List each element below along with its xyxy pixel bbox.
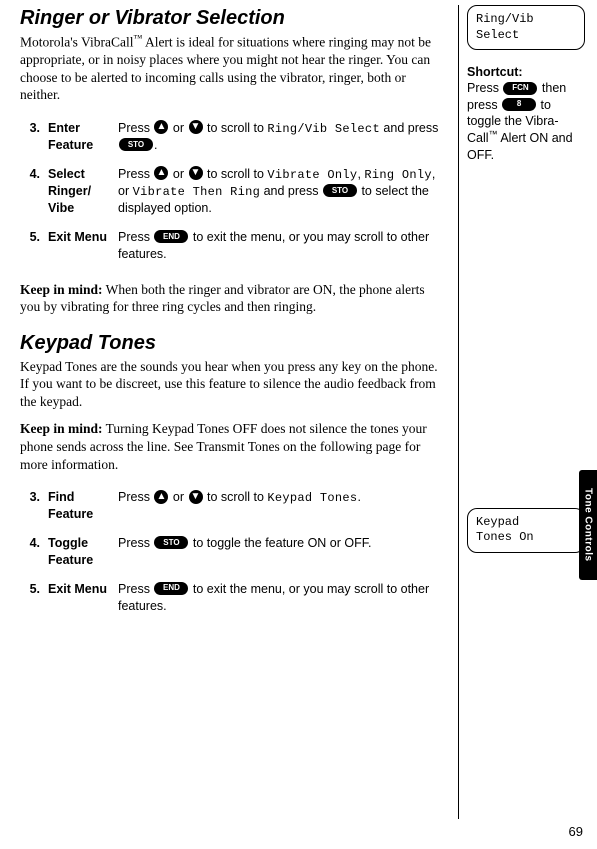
section1-keepinmind: Keep in mind: When both the ringer and v… bbox=[20, 281, 443, 316]
sto-key-icon: STO bbox=[119, 138, 153, 151]
section1-intro: Motorola's VibraCall™ Alert is ideal for… bbox=[20, 33, 443, 104]
step-text: Press ▲ or ▼ to scroll to Ring/Vib Selec… bbox=[114, 114, 443, 160]
txt: and press bbox=[260, 184, 322, 198]
keep-label: Keep in mind: bbox=[20, 421, 103, 436]
txt: Press bbox=[118, 582, 153, 596]
lcd-line: Select bbox=[476, 28, 576, 44]
step-row: 5. Exit Menu Press END to exit the menu,… bbox=[20, 575, 443, 621]
end-key-icon: END bbox=[154, 582, 188, 595]
step-label: Toggle Feature bbox=[44, 529, 114, 575]
page-number: 69 bbox=[569, 824, 583, 841]
side-column: Ring/Vib Select Shortcut: Press FCN then… bbox=[459, 5, 585, 819]
shortcut-title: Shortcut: bbox=[467, 65, 523, 79]
intro-pre: Motorola's VibraCall bbox=[20, 35, 133, 50]
sto-key-icon: STO bbox=[154, 536, 188, 549]
fcn-key-icon: FCN bbox=[503, 82, 537, 95]
section1-heading: Ringer or Vibrator Selection bbox=[20, 5, 443, 31]
txt: or bbox=[169, 167, 187, 181]
trademark: ™ bbox=[489, 129, 498, 139]
txt: to toggle the feature ON or OFF. bbox=[189, 536, 371, 550]
step-number: 5. bbox=[20, 575, 44, 621]
txt: Press bbox=[118, 121, 153, 135]
end-key-icon: END bbox=[154, 230, 188, 243]
down-arrow-key-icon: ▼ bbox=[189, 490, 203, 504]
display-box-keypad: Keypad Tones On bbox=[467, 508, 585, 553]
step-number: 3. bbox=[20, 483, 44, 529]
txt: to scroll to bbox=[204, 167, 268, 181]
lcd-text: Ring Only bbox=[364, 168, 432, 182]
step-text: Press ▲ or ▼ to scroll to Keypad Tones. bbox=[114, 483, 443, 529]
step-number: 3. bbox=[20, 114, 44, 160]
step-number: 5. bbox=[20, 223, 44, 269]
txt: or bbox=[169, 490, 187, 504]
lcd-text: Vibrate Only bbox=[267, 168, 357, 182]
txt: . bbox=[357, 490, 360, 504]
section2-keepinmind: Keep in mind: Turning Keypad Tones OFF d… bbox=[20, 420, 443, 473]
txt: to scroll to bbox=[204, 121, 268, 135]
up-arrow-key-icon: ▲ bbox=[154, 490, 168, 504]
section1-steps: 3. Enter Feature Press ▲ or ▼ to scroll … bbox=[20, 114, 443, 269]
up-arrow-key-icon: ▲ bbox=[154, 166, 168, 180]
step-text: Press ▲ or ▼ to scroll to Vibrate Only, … bbox=[114, 160, 443, 223]
section2-intro: Keypad Tones are the sounds you hear whe… bbox=[20, 358, 443, 411]
step-label: Exit Menu bbox=[44, 223, 114, 269]
step-row: 3. Enter Feature Press ▲ or ▼ to scroll … bbox=[20, 114, 443, 160]
section2-heading: Keypad Tones bbox=[20, 330, 443, 356]
keep-label: Keep in mind: bbox=[20, 282, 103, 297]
step-row: 3. Find Feature Press ▲ or ▼ to scroll t… bbox=[20, 483, 443, 529]
lcd-text: Ring/Vib Select bbox=[267, 122, 380, 136]
down-arrow-key-icon: ▼ bbox=[189, 120, 203, 134]
step-label: Select Ringer/ Vibe bbox=[44, 160, 114, 223]
section-tab: Tone Controls bbox=[579, 470, 597, 580]
lcd-line: Ring/Vib bbox=[476, 12, 576, 28]
shortcut-block: Shortcut: Press FCN then press 8 to togg… bbox=[467, 64, 585, 163]
step-text: Press END to exit the menu, or you may s… bbox=[114, 223, 443, 269]
txt: to scroll to bbox=[204, 490, 268, 504]
step-text: Press STO to toggle the feature ON or OF… bbox=[114, 529, 443, 575]
step-number: 4. bbox=[20, 160, 44, 223]
txt: Press bbox=[118, 167, 153, 181]
txt: or bbox=[169, 121, 187, 135]
txt: Press bbox=[467, 81, 502, 95]
txt: and press bbox=[380, 121, 438, 135]
step-label: Enter Feature bbox=[44, 114, 114, 160]
lcd-text: Keypad Tones bbox=[267, 491, 357, 505]
txt: Press bbox=[118, 490, 153, 504]
step-label: Exit Menu bbox=[44, 575, 114, 621]
trademark: ™ bbox=[133, 33, 142, 43]
lcd-text: Vibrate Then Ring bbox=[133, 185, 261, 199]
down-arrow-key-icon: ▼ bbox=[189, 166, 203, 180]
txt: Press bbox=[118, 536, 153, 550]
txt: Press bbox=[118, 230, 153, 244]
step-number: 4. bbox=[20, 529, 44, 575]
eight-key-icon: 8 bbox=[502, 98, 536, 111]
step-label: Find Feature bbox=[44, 483, 114, 529]
step-text: Press END to exit the menu, or you may s… bbox=[114, 575, 443, 621]
step-row: 5. Exit Menu Press END to exit the menu,… bbox=[20, 223, 443, 269]
sto-key-icon: STO bbox=[323, 184, 357, 197]
main-column: Ringer or Vibrator Selection Motorola's … bbox=[20, 5, 459, 819]
lcd-line: Keypad bbox=[476, 515, 576, 531]
display-box-ringvib: Ring/Vib Select bbox=[467, 5, 585, 50]
step-row: 4. Toggle Feature Press STO to toggle th… bbox=[20, 529, 443, 575]
section2-steps: 3. Find Feature Press ▲ or ▼ to scroll t… bbox=[20, 483, 443, 620]
lcd-line: Tones On bbox=[476, 530, 576, 546]
step-row: 4. Select Ringer/ Vibe Press ▲ or ▼ to s… bbox=[20, 160, 443, 223]
txt: . bbox=[154, 138, 157, 152]
up-arrow-key-icon: ▲ bbox=[154, 120, 168, 134]
